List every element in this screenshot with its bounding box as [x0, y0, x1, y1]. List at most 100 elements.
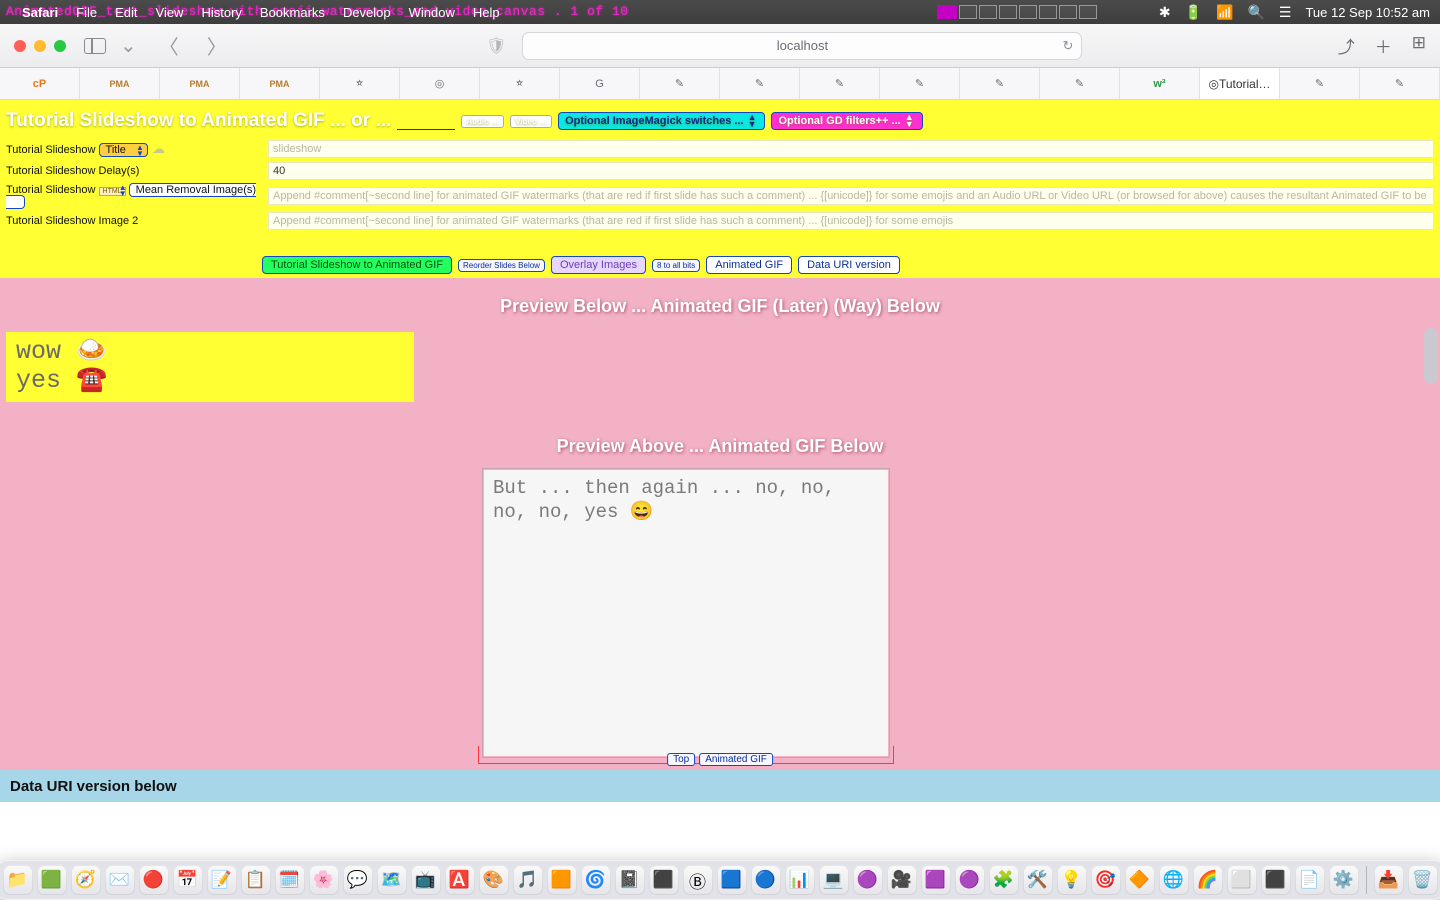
- menu-history[interactable]: History: [201, 5, 241, 20]
- menu-file[interactable]: File: [76, 5, 97, 20]
- dock-app[interactable]: 🔵: [751, 865, 781, 895]
- video-browse-button[interactable]: Video …: [510, 115, 552, 128]
- image2-input[interactable]: [268, 212, 1434, 230]
- menu-help[interactable]: Help: [473, 5, 500, 20]
- dock-downloads[interactable]: 📥: [1374, 865, 1404, 895]
- dock-app[interactable]: 🔶: [1125, 865, 1155, 895]
- dock-app[interactable]: 🟦: [717, 865, 747, 895]
- share-icon[interactable]: ⤴︎: [1338, 33, 1355, 58]
- zoom-window-button[interactable]: [54, 40, 66, 52]
- fav-tab[interactable]: ⭐︎: [480, 68, 560, 99]
- menubar-clock[interactable]: Tue 12 Sep 10:52 am: [1305, 5, 1430, 20]
- dock-app-maps[interactable]: 🗺️: [377, 865, 407, 895]
- dock-app-calendar[interactable]: 📅: [173, 865, 203, 895]
- fav-tab[interactable]: cP: [0, 68, 80, 99]
- fav-tab[interactable]: PMA: [160, 68, 240, 99]
- sidebar-toggle-icon[interactable]: [84, 38, 106, 54]
- overlay-button[interactable]: Overlay Images: [551, 256, 646, 274]
- dock-app-settings[interactable]: ⚙️: [1329, 865, 1359, 895]
- dock-app[interactable]: 📄: [1295, 865, 1325, 895]
- dock-app-zoom[interactable]: 🎥: [887, 865, 917, 895]
- menu-develop[interactable]: Develop: [343, 5, 391, 20]
- minimize-window-button[interactable]: [34, 40, 46, 52]
- battery-icon[interactable]: 🔋: [1185, 4, 1202, 21]
- dock-app[interactable]: 🔴: [139, 865, 169, 895]
- close-window-button[interactable]: [14, 40, 26, 52]
- fav-tab[interactable]: G: [560, 68, 640, 99]
- dock-app[interactable]: 🧩: [989, 865, 1019, 895]
- menubar-extra-magenta[interactable]: [937, 5, 957, 19]
- fav-tab[interactable]: ✎: [960, 68, 1040, 99]
- privacy-shield-icon[interactable]: 🛡︎: [486, 36, 506, 56]
- address-bar[interactable]: localhost ↻: [522, 32, 1082, 60]
- dock-app-podcasts[interactable]: 🟣: [955, 865, 985, 895]
- control-center-icon[interactable]: ☰: [1279, 4, 1292, 21]
- dock-trash[interactable]: 🗑️: [1408, 865, 1438, 895]
- dock-app-appstore[interactable]: 🅰️: [445, 865, 475, 895]
- new-tab-icon[interactable]: ＋: [1375, 33, 1392, 58]
- spotlight-icon[interactable]: 🔍: [1247, 4, 1264, 21]
- page-scrollbar[interactable]: [1424, 328, 1438, 384]
- fav-tab[interactable]: ✎: [1360, 68, 1440, 99]
- cloud-icon[interactable]: ☁︎: [152, 141, 165, 156]
- menubar-extra-slot[interactable]: [1059, 5, 1077, 19]
- dock-app-notes[interactable]: 📝: [207, 865, 237, 895]
- imagemagick-switches-select[interactable]: Optional ImageMagick switches ... ▲▼: [558, 112, 765, 130]
- fav-tab[interactable]: ⭐︎: [320, 68, 400, 99]
- dock-app-tv[interactable]: 📺: [411, 865, 441, 895]
- bluetooth-icon[interactable]: ✱: [1159, 4, 1171, 21]
- audio-browse-button[interactable]: Audio …: [461, 115, 504, 128]
- dock-app[interactable]: ⬜: [1227, 865, 1257, 895]
- fav-tab[interactable]: w³: [1120, 68, 1200, 99]
- data-uri-link[interactable]: Data URI version: [798, 256, 900, 274]
- forward-button[interactable]: 〉: [203, 31, 231, 60]
- dock-app[interactable]: 🟣: [853, 865, 883, 895]
- chevron-down-icon[interactable]: ⌄: [116, 33, 141, 58]
- fav-tab[interactable]: ◎: [400, 68, 480, 99]
- menu-window[interactable]: Window: [409, 5, 455, 20]
- dock-app[interactable]: 📓: [615, 865, 645, 895]
- menubar-extra-slot[interactable]: [959, 5, 977, 19]
- tab-overview-icon[interactable]: ⊞: [1412, 33, 1426, 58]
- fav-tab[interactable]: ✎: [720, 68, 800, 99]
- dock-app-reminders[interactable]: 📋: [241, 865, 271, 895]
- animated-gif-anchor[interactable]: Animated GIF: [699, 753, 773, 766]
- dock-app[interactable]: 💻: [819, 865, 849, 895]
- dock-app[interactable]: 🟧: [547, 865, 577, 895]
- fav-tab[interactable]: ✎: [640, 68, 720, 99]
- image1-input[interactable]: [268, 187, 1434, 205]
- menubar-extra-slot[interactable]: [999, 5, 1017, 19]
- fav-tab[interactable]: ✎: [800, 68, 880, 99]
- menubar-extra-slot[interactable]: [1039, 5, 1057, 19]
- fav-tab[interactable]: ✎: [1280, 68, 1360, 99]
- dock-app-filezilla[interactable]: 🌀: [581, 865, 611, 895]
- delay-input[interactable]: [268, 162, 1434, 180]
- dock-app[interactable]: 💡: [1057, 865, 1087, 895]
- menubar-extra-slot[interactable]: [1079, 5, 1097, 19]
- dock-app[interactable]: 🎯: [1091, 865, 1121, 895]
- dock-app[interactable]: Ⓑ: [683, 865, 713, 895]
- dock-app[interactable]: 🟪: [921, 865, 951, 895]
- fav-tab[interactable]: PMA: [240, 68, 320, 99]
- dock-app-photos[interactable]: 🌸: [309, 865, 339, 895]
- dock-app[interactable]: 🗓️: [275, 865, 305, 895]
- fav-tab-active[interactable]: ◎ Tutorial…: [1200, 68, 1280, 99]
- top-link[interactable]: Top: [667, 753, 695, 766]
- fav-tab[interactable]: ✎: [880, 68, 960, 99]
- slideshow-title-input[interactable]: [268, 140, 1434, 158]
- reload-icon[interactable]: ↻: [1063, 38, 1074, 54]
- reorder-button[interactable]: Reorder Slides Below: [458, 259, 545, 272]
- menu-app[interactable]: Safari: [22, 5, 58, 20]
- animated-gif-link[interactable]: Animated GIF: [706, 256, 792, 274]
- dock-app-terminal[interactable]: ⬛: [1261, 865, 1291, 895]
- dock-app[interactable]: 🌐: [1159, 865, 1189, 895]
- dock-app-music[interactable]: 🎵: [513, 865, 543, 895]
- dock-app-mail[interactable]: ✉️: [105, 865, 135, 895]
- gd-filters-select[interactable]: Optional GD filters++ ... ▲▼: [771, 112, 922, 130]
- menu-edit[interactable]: Edit: [115, 5, 137, 20]
- menubar-extra-slot[interactable]: [1019, 5, 1037, 19]
- back-button[interactable]: 〈: [155, 31, 183, 60]
- dock-app-finder[interactable]: 📁: [3, 865, 33, 895]
- fav-tab[interactable]: ✎: [1040, 68, 1120, 99]
- menu-view[interactable]: View: [156, 5, 184, 20]
